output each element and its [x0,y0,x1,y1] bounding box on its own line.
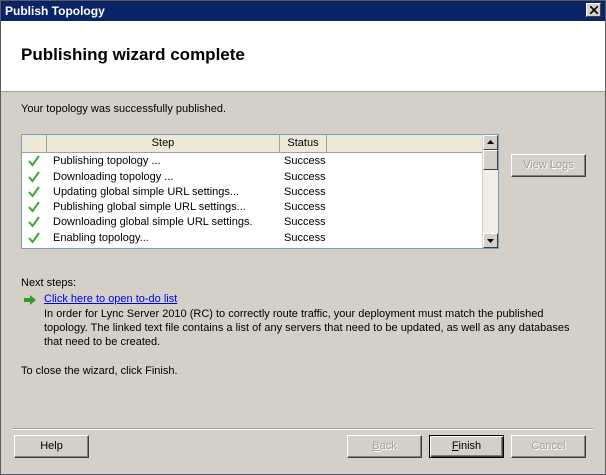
back-label: ack [379,440,397,452]
status-cell: Success [284,232,326,244]
check-icon [28,232,40,244]
column-header-status[interactable]: Status [280,135,327,152]
status-cell: Success [284,155,326,167]
status-cell: Success [284,171,326,183]
check-icon [28,216,40,228]
table-row[interactable]: Downloading topology ... Success [22,170,484,185]
arrow-right-icon [24,295,36,305]
table-row[interactable]: Enabling topology... Success [22,231,484,246]
footer-divider [13,428,593,430]
help-button[interactable]: Help [14,435,89,458]
step-cell: Publishing global simple URL settings... [53,201,246,213]
close-button[interactable] [586,3,601,17]
check-icon [28,155,40,167]
step-cell: Downloading global simple URL settings. [53,216,253,228]
table-row[interactable]: Updating global simple URL settings... S… [22,185,484,200]
close-hint-text: To close the wizard, click Finish. [21,365,178,377]
next-steps-description-line: topology. The linked text file contains … [44,322,570,334]
back-accelerator: B [372,440,380,452]
check-icon [28,171,40,183]
close-icon [590,6,598,14]
finish-accelerator: F [451,440,459,452]
table-row[interactable]: Downloading global simple URL settings. … [22,215,484,230]
view-logs-button[interactable]: View Logs [511,154,586,177]
window-title: Publish Topology [5,4,105,18]
next-steps-label: Next steps: [21,277,77,289]
status-cell: Success [284,186,326,198]
steps-table: Step Status Publishing topology ... Succ… [21,134,499,249]
publish-topology-window: Publish Topology Publishing wizard compl… [0,0,606,475]
wizard-header: Publishing wizard complete [1,21,605,92]
back-button[interactable]: Back [347,435,422,458]
column-header-step[interactable]: Step [47,135,280,152]
table-row[interactable]: Publishing topology ... Success [22,154,484,169]
arrow-up-icon [487,140,494,144]
title-bar: Publish Topology [1,1,605,21]
table-row[interactable]: Publishing global simple URL settings...… [22,200,484,215]
scroll-thumb[interactable] [483,150,498,170]
step-cell: Downloading topology ... [53,171,174,183]
scroll-down-button[interactable] [483,233,498,248]
cancel-button[interactable]: Cancel [511,435,586,458]
arrow-down-icon [487,239,494,243]
todo-list-link[interactable]: Click here to open to-do list [44,293,177,305]
finish-label: inish [458,440,482,452]
status-cell: Success [284,201,326,213]
step-cell: Enabling topology... [53,232,149,244]
page-title: Publishing wizard complete [21,45,245,64]
table-header: Step Status [22,135,484,153]
check-icon [28,201,40,213]
check-icon [28,186,40,198]
step-cell: Updating global simple URL settings... [53,186,240,198]
finish-button[interactable]: Finish [429,435,504,458]
scroll-up-button[interactable] [483,135,498,150]
vertical-scrollbar[interactable] [482,135,498,248]
status-cell: Success [284,216,326,228]
column-header-icon [22,135,47,152]
next-steps-description-line: that need to be created. [44,336,161,348]
step-cell: Publishing topology ... [53,155,161,167]
next-steps-description-line: In order for Lync Server 2010 (RC) to co… [44,308,544,320]
intro-text: Your topology was successfully published… [21,103,227,115]
